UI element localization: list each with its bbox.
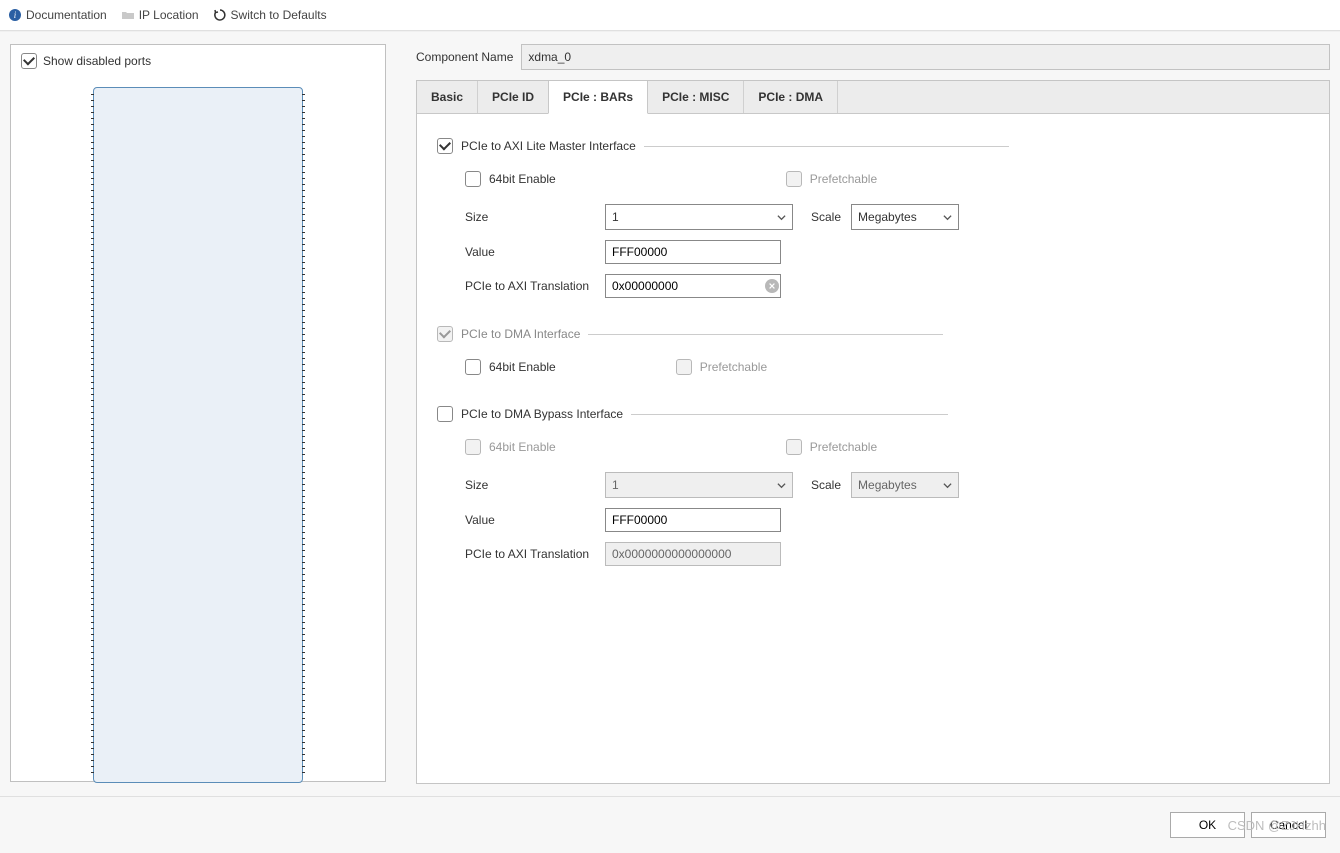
documentation-button[interactable]: i Documentation bbox=[8, 8, 107, 22]
dma-64bit-label: 64bit Enable bbox=[489, 360, 556, 374]
group-dma-bypass: PCIe to DMA Bypass Interface 64bit Enabl… bbox=[437, 406, 1309, 566]
checkbox-icon bbox=[465, 439, 481, 455]
right-ports-ticks bbox=[302, 94, 305, 776]
show-disabled-ports-checkbox[interactable]: Show disabled ports bbox=[21, 53, 375, 69]
component-name-label: Component Name bbox=[416, 50, 513, 64]
bypass-value-label: Value bbox=[465, 513, 595, 527]
axi-lite-prefetchable-label: Prefetchable bbox=[810, 172, 877, 186]
bypass-translation-label: PCIe to AXI Translation bbox=[465, 547, 595, 561]
divider bbox=[588, 334, 943, 335]
refresh-icon bbox=[213, 8, 227, 22]
dma-64bit-checkbox[interactable]: 64bit Enable bbox=[465, 356, 556, 378]
bypass-scale-label: Scale bbox=[811, 478, 841, 492]
footer: OK Cancel bbox=[0, 797, 1340, 853]
dma-prefetchable-label: Prefetchable bbox=[700, 360, 767, 374]
axi-lite-value-input[interactable] bbox=[605, 240, 781, 264]
toolbar: i Documentation IP Location Switch to De… bbox=[0, 0, 1340, 31]
config-panel: Component Name Basic PCIe ID PCIe : BARs… bbox=[416, 44, 1330, 784]
dma-prefetchable-checkbox: Prefetchable bbox=[676, 356, 767, 378]
bypass-prefetchable-label: Prefetchable bbox=[810, 440, 877, 454]
bypass-scale-select: Megabytes bbox=[851, 472, 959, 498]
main-area: Show disabled ports Component Name Basic… bbox=[0, 31, 1340, 797]
ip-location-label: IP Location bbox=[139, 8, 199, 22]
axi-lite-size-label: Size bbox=[465, 210, 595, 224]
tab-pcie-misc[interactable]: PCIe : MISC bbox=[648, 81, 744, 113]
bypass-prefetchable-checkbox: Prefetchable bbox=[786, 436, 877, 458]
checkbox-icon bbox=[676, 359, 692, 375]
show-disabled-ports-label: Show disabled ports bbox=[43, 54, 151, 68]
info-icon: i bbox=[8, 8, 22, 22]
group-bypass-checkbox[interactable] bbox=[437, 406, 453, 422]
block-diagram bbox=[21, 87, 375, 783]
group-axi-lite-checkbox[interactable] bbox=[437, 138, 453, 154]
ok-button[interactable]: OK bbox=[1170, 812, 1245, 838]
group-bypass-title: PCIe to DMA Bypass Interface bbox=[461, 407, 623, 421]
group-axi-lite-title: PCIe to AXI Lite Master Interface bbox=[461, 139, 636, 153]
bypass-size-label: Size bbox=[465, 478, 595, 492]
group-dma-checkbox bbox=[437, 326, 453, 342]
divider bbox=[631, 414, 948, 415]
folder-icon bbox=[121, 8, 135, 22]
axi-lite-translation-label: PCIe to AXI Translation bbox=[465, 279, 595, 293]
tab-content-bars: PCIe to AXI Lite Master Interface 64bit … bbox=[417, 114, 1329, 618]
documentation-label: Documentation bbox=[26, 8, 107, 22]
checkbox-icon bbox=[21, 53, 37, 69]
chevron-down-icon bbox=[943, 481, 952, 490]
axi-lite-size-select[interactable]: 1 bbox=[605, 204, 793, 230]
checkbox-icon bbox=[786, 439, 802, 455]
axi-lite-64bit-checkbox[interactable]: 64bit Enable bbox=[465, 168, 556, 190]
component-name-input[interactable] bbox=[521, 44, 1330, 70]
checkbox-icon bbox=[465, 359, 481, 375]
bypass-64bit-label: 64bit Enable bbox=[489, 440, 556, 454]
tab-basic[interactable]: Basic bbox=[417, 81, 478, 113]
axi-lite-prefetchable-checkbox: Prefetchable bbox=[786, 168, 877, 190]
tabs: Basic PCIe ID PCIe : BARs PCIe : MISC PC… bbox=[417, 81, 1329, 114]
checkbox-icon bbox=[465, 171, 481, 187]
axi-lite-64bit-label: 64bit Enable bbox=[489, 172, 556, 186]
chevron-down-icon bbox=[777, 213, 786, 222]
chevron-down-icon bbox=[777, 481, 786, 490]
checkbox-icon bbox=[786, 171, 802, 187]
left-ports-ticks bbox=[91, 94, 94, 776]
clear-icon[interactable] bbox=[765, 279, 779, 293]
tabs-container: Basic PCIe ID PCIe : BARs PCIe : MISC PC… bbox=[416, 80, 1330, 784]
group-dma-interface: PCIe to DMA Interface 64bit Enable Prefe… bbox=[437, 326, 1309, 378]
tab-pcie-bars[interactable]: PCIe : BARs bbox=[548, 81, 648, 114]
switch-defaults-button[interactable]: Switch to Defaults bbox=[213, 8, 327, 22]
axi-lite-scale-select[interactable]: Megabytes bbox=[851, 204, 959, 230]
bypass-size-select: 1 bbox=[605, 472, 793, 498]
tab-pcie-dma[interactable]: PCIe : DMA bbox=[744, 81, 838, 113]
bypass-64bit-checkbox: 64bit Enable bbox=[465, 436, 556, 458]
group-dma-title: PCIe to DMA Interface bbox=[461, 327, 580, 341]
switch-defaults-label: Switch to Defaults bbox=[231, 8, 327, 22]
axi-lite-scale-label: Scale bbox=[811, 210, 841, 224]
divider bbox=[644, 146, 1009, 147]
cancel-button[interactable]: Cancel bbox=[1251, 812, 1326, 838]
ip-block-rect bbox=[93, 87, 303, 783]
ip-location-button[interactable]: IP Location bbox=[121, 8, 199, 22]
tab-pcie-id[interactable]: PCIe ID bbox=[478, 81, 549, 113]
axi-lite-translation-input[interactable] bbox=[605, 274, 781, 298]
chevron-down-icon bbox=[943, 213, 952, 222]
component-name-row: Component Name bbox=[416, 44, 1330, 70]
bypass-translation-input bbox=[605, 542, 781, 566]
axi-lite-value-label: Value bbox=[465, 245, 595, 259]
ports-panel: Show disabled ports bbox=[10, 44, 386, 782]
group-axi-lite-master: PCIe to AXI Lite Master Interface 64bit … bbox=[437, 138, 1309, 298]
bypass-value-input[interactable] bbox=[605, 508, 781, 532]
